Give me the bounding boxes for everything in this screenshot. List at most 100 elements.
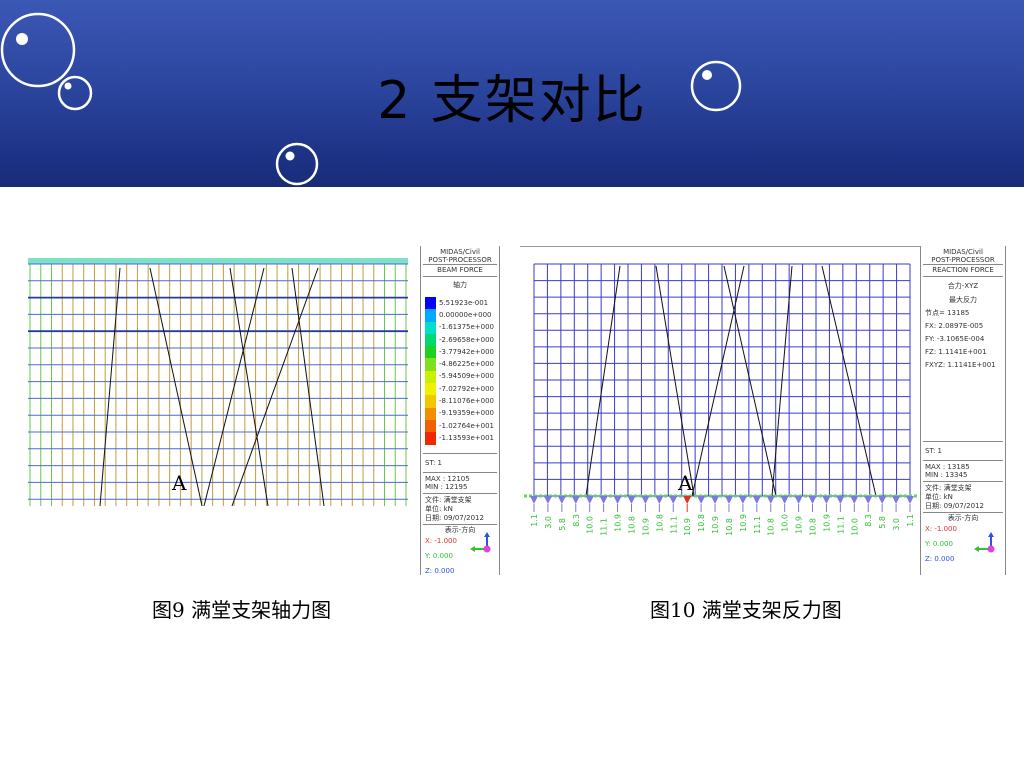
reaction-arrow-icon	[780, 496, 789, 504]
reaction-arrow-icon	[822, 496, 831, 504]
reaction-arrow-icon	[738, 496, 747, 504]
reaction-value-label: 5.8	[558, 518, 567, 531]
reaction-value-label: 10.9	[822, 514, 831, 532]
legend-view: 表示-方向	[947, 514, 979, 522]
color-scale-swatch	[425, 346, 436, 359]
reaction-arrow-icon	[655, 496, 664, 504]
reaction-arrow-icon	[530, 496, 538, 504]
color-scale-value: 5.51923e-001	[439, 298, 489, 307]
reaction-value-label: 3.0	[544, 516, 553, 529]
legend-date: 日期: 09/07/2012	[425, 513, 484, 522]
color-scale-swatch	[425, 395, 436, 408]
reaction-value-label: 10.8	[767, 518, 776, 536]
color-scale-row: -2.69658e+000	[421, 333, 499, 347]
reaction-arrow-icon	[697, 496, 706, 504]
color-scale-value: -9.19359e+000	[439, 409, 495, 418]
diagonal-brace	[655, 265, 695, 497]
reaction-arrow-icon	[613, 496, 622, 504]
reaction-force-diagram: 1.1 3.0 5.8 8.3 10.0 11.1 10.9 10.8 10.9 10.8 11.1…	[520, 246, 920, 536]
color-scale-value: -1.61375e+000	[439, 323, 495, 332]
reaction-value-label: 8.3	[572, 514, 581, 527]
legend-max: MAX : 12105	[425, 474, 470, 483]
color-scale-row: -8.11076e+000	[421, 395, 499, 408]
marker-a-label: A	[677, 471, 693, 495]
diagonal-brace	[229, 267, 269, 506]
legend-result: REACTION FORCE	[932, 266, 994, 274]
color-scale-row: -1.02764e+001	[421, 419, 499, 433]
legend-file: 文件: 满堂支架	[425, 495, 472, 504]
reaction-arrow-icon	[906, 496, 914, 504]
color-scale-swatch	[425, 358, 436, 371]
color-scale-row: -9.19359e+000	[421, 407, 499, 420]
reaction-arrow-icon	[892, 496, 901, 504]
color-scale-row: -4.86225e+000	[421, 358, 499, 371]
reaction-arrow-icon	[794, 496, 803, 504]
reaction-arrow-icon	[669, 496, 678, 504]
reaction-value-label: 10.9	[683, 518, 692, 536]
legend-fx: FX: 2.0897E-005	[925, 322, 984, 330]
color-scale-swatch	[425, 407, 436, 420]
reaction-value-label: 11.1	[836, 516, 845, 534]
reaction-value-label: 3.0	[892, 518, 901, 531]
legend-fy: FY: -3.1065E-004	[925, 335, 985, 343]
color-scale-row: -1.13593e+001	[421, 432, 499, 445]
legend-z: Z: 0.000	[425, 566, 455, 575]
legend-result: BEAM FORCE	[437, 266, 483, 274]
reaction-value-label: 10.8	[655, 514, 664, 532]
reaction-value-label: 1.1	[530, 514, 539, 527]
reaction-value-label: 10.9	[711, 516, 720, 534]
color-scale-row: 5.51923e-001	[421, 297, 499, 310]
legend-fxyz: FXYZ: 1.1141E+001	[925, 361, 996, 369]
marker-a-label: A	[171, 471, 187, 495]
diagonal-brace	[691, 265, 745, 497]
reaction-value-label: 10.9	[795, 516, 804, 534]
legend-fz: FZ: 1.1141E+001	[925, 348, 987, 356]
legend-module: POST-PROCESSOR	[931, 256, 995, 264]
reaction-arrow-icon	[683, 496, 692, 504]
reaction-value-label: 5.8	[878, 516, 887, 529]
color-scale-swatch	[425, 383, 436, 396]
legend-min: MIN : 13345	[925, 471, 968, 479]
reaction-arrow-icon	[850, 496, 859, 504]
reaction-value-label: 10.0	[586, 516, 595, 534]
reaction-arrow-icon	[711, 496, 720, 504]
reaction-arrow-icon	[878, 496, 887, 504]
reaction-value-label: 10.8	[627, 516, 636, 534]
figure9-caption: 图9 满堂支架轴力图	[152, 598, 332, 622]
legend-z: Z: 0.000	[925, 555, 955, 563]
legend-module: POST-PROCESSOR	[428, 256, 492, 264]
color-scale-swatch	[425, 432, 436, 445]
reaction-arrow-icon	[724, 496, 733, 504]
color-scale-swatch	[425, 297, 436, 310]
color-scale-value: -1.02764e+001	[439, 421, 495, 430]
reaction-value-label: 10.9	[739, 514, 748, 532]
color-scale-value: 0.00000e+000	[439, 310, 492, 319]
reaction-value-label: 11.1	[600, 518, 609, 536]
legend-file: 文件: 满堂支架	[925, 484, 972, 492]
legend-max: MAX : 13185	[925, 463, 970, 471]
reaction-arrow-icon	[641, 496, 650, 504]
color-scale-value: -1.13593e+001	[439, 433, 495, 442]
color-scale-value: -4.86225e+000	[439, 360, 495, 369]
color-scale-row: -3.77942e+000	[421, 346, 499, 359]
color-scale: 5.51923e-001 0.00000e+000 -1.61375e+000 -2.…	[421, 297, 499, 445]
reaction-arrow-icon	[864, 496, 873, 504]
reaction-arrow-icon	[585, 496, 594, 504]
legend-node: 节点= 13185	[925, 309, 970, 317]
reaction-value-label: 11.1	[753, 516, 762, 534]
reaction-force-legend: MIDAS/Civil POST-PROCESSOR REACTION FORC…	[920, 246, 1006, 575]
color-scale-row: -7.02792e+000	[421, 383, 499, 396]
color-scale-value: -8.11076e+000	[439, 397, 495, 406]
color-scale-swatch	[425, 333, 436, 347]
beam-force-diagram: A	[28, 258, 408, 506]
axis-triad-icon	[470, 532, 491, 553]
color-scale-row: 0.00000e+000	[421, 309, 499, 322]
diagonal-brace	[723, 265, 777, 497]
color-scale-swatch	[425, 419, 436, 433]
legend-subtitle: 最大反力	[949, 296, 977, 304]
color-scale-row: -5.94509e+000	[421, 370, 499, 384]
reaction-arrow-icon	[836, 496, 845, 504]
diagonal-brace	[821, 265, 877, 497]
color-scale-value: -2.69658e+000	[439, 335, 495, 344]
axis-triad-icon	[974, 532, 995, 553]
